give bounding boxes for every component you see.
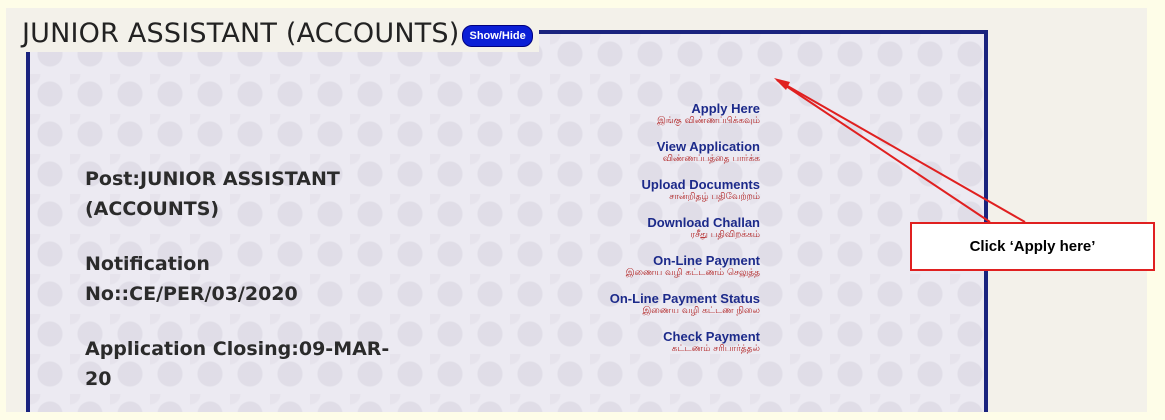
arrow-line-left: [776, 79, 991, 223]
callout-box: Click ‘Apply here’: [910, 222, 1155, 271]
arrow-line-right: [776, 79, 1026, 223]
callout-text: Click ‘Apply here’: [969, 238, 1096, 255]
annotation-arrow: [774, 78, 1026, 223]
